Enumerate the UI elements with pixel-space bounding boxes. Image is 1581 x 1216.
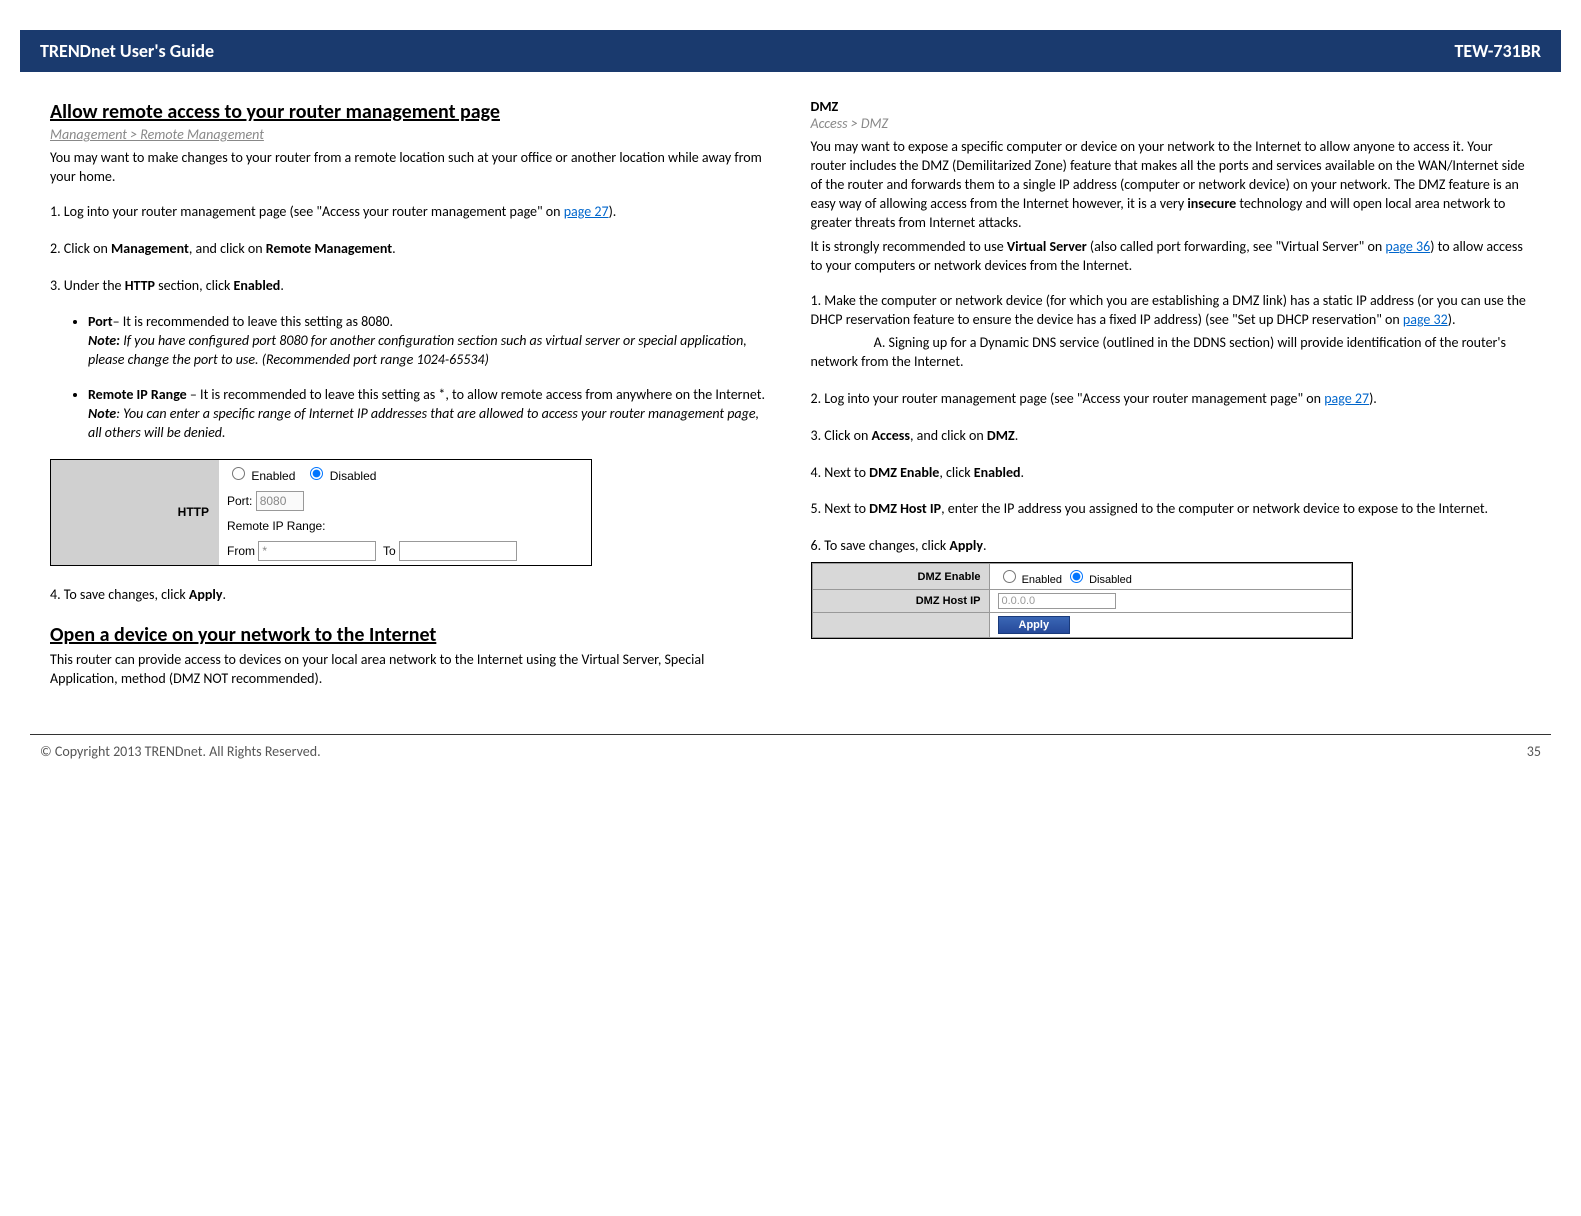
radio-enabled-label[interactable]: Enabled (227, 469, 295, 483)
dmz-step-2: 2. Log into your router management page … (811, 390, 1532, 409)
dmz-radio-disabled-label[interactable]: Disabled (1065, 574, 1132, 586)
intro-remote: You may want to make changes to your rou… (50, 149, 771, 187)
breadcrumb-dmz: Access > DMZ (811, 115, 1532, 132)
port-label: Port: (227, 494, 252, 508)
remote-ip-range-label: Remote IP Range: (219, 515, 591, 537)
dmz-config-panel: DMZ Enable Enabled Disabled DMZ Host IP … (811, 562, 1353, 639)
http-config-panel: HTTP Enabled Disabled Port: Remote IP Ra… (50, 459, 592, 566)
left-column: Allow remote access to your router manag… (50, 92, 771, 704)
dmz-step-5: 5. Next to DMZ Host IP, enter the IP add… (811, 500, 1532, 519)
step-3: 3. Under the HTTP section, click Enabled… (50, 277, 771, 296)
dmz-host-input[interactable] (998, 593, 1116, 609)
copyright: © Copyright 2013 TRENDnet. All Rights Re… (40, 743, 321, 760)
dmz-step-1: 1. Make the computer or network device (… (811, 292, 1532, 330)
link-page-27[interactable]: page 27 (564, 203, 609, 220)
dmz-step-4: 4. Next to DMZ Enable, click Enabled. (811, 464, 1532, 483)
page-number: 35 (1527, 743, 1541, 760)
step-1: 1. Log into your router management page … (50, 203, 771, 222)
right-column: DMZ Access > DMZ You may want to expose … (811, 92, 1532, 704)
port-input[interactable] (256, 491, 304, 511)
radio-disabled-label[interactable]: Disabled (305, 469, 376, 483)
step-4: 4. To save changes, click Apply. (50, 586, 771, 605)
dmz-step-6: 6. To save changes, click Apply. (811, 537, 1532, 556)
to-label: To (383, 544, 396, 558)
bullet-remote-ip: Remote IP Range – It is recommended to l… (88, 386, 771, 443)
dmz-step-3: 3. Click on Access, and click on DMZ. (811, 427, 1532, 446)
dmz-step-1a: A. Signing up for a Dynamic DNS service … (811, 334, 1532, 372)
dmz-subhead: DMZ (811, 98, 1532, 115)
dmz-radio-disabled[interactable] (1070, 570, 1083, 583)
link-page-27-b[interactable]: page 27 (1324, 390, 1369, 407)
step-2: 2. Click on Management, and click on Rem… (50, 240, 771, 259)
radio-disabled[interactable] (310, 467, 323, 480)
apply-button[interactable]: Apply (998, 616, 1071, 634)
header-model: TEW-731BR (1454, 40, 1541, 62)
from-label: From (227, 544, 255, 558)
radio-enabled[interactable] (232, 467, 245, 480)
from-input[interactable] (258, 541, 376, 561)
section-heading-remote: Allow remote access to your router manag… (50, 100, 771, 124)
breadcrumb-remote: Management > Remote Management (50, 126, 771, 143)
open-intro: This router can provide access to device… (50, 651, 771, 689)
header-title: TRENDnet User's Guide (40, 40, 214, 62)
footer: © Copyright 2013 TRENDnet. All Rights Re… (30, 734, 1551, 780)
header-bar: TRENDnet User's Guide TEW-731BR (20, 30, 1561, 72)
dmz-p1: You may want to expose a specific comput… (811, 138, 1532, 232)
section-heading-open: Open a device on your network to the Int… (50, 623, 771, 647)
link-page-32[interactable]: page 32 (1403, 311, 1448, 328)
to-input[interactable] (399, 541, 517, 561)
dmz-p2: It is strongly recommended to use Virtua… (811, 238, 1532, 276)
dmz-radio-enabled-label[interactable]: Enabled (998, 574, 1062, 586)
http-label: HTTP (51, 460, 219, 565)
dmz-enable-label: DMZ Enable (812, 564, 989, 590)
dmz-host-label: DMZ Host IP (812, 590, 989, 613)
bullet-port: Port– It is recommended to leave this se… (88, 313, 771, 370)
dmz-radio-enabled[interactable] (1003, 570, 1016, 583)
link-page-36[interactable]: page 36 (1385, 238, 1430, 255)
